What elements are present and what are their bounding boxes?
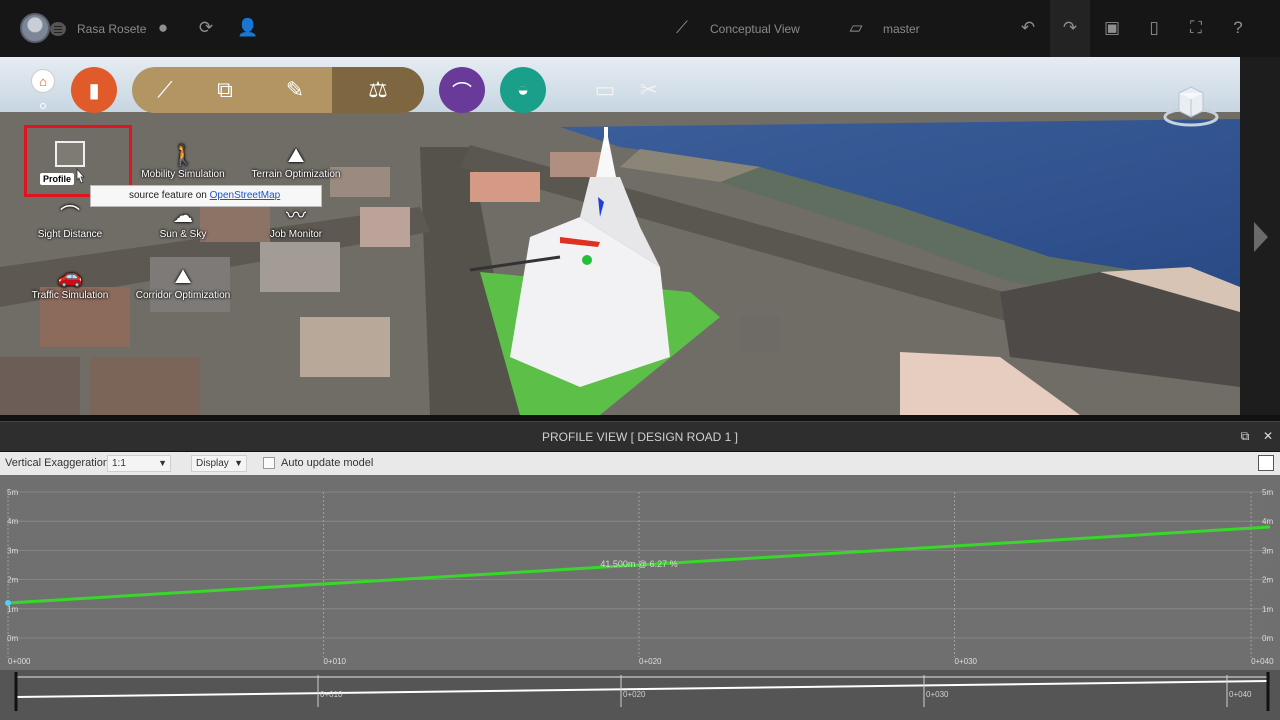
sync-icon[interactable]: ⟳: [196, 18, 216, 38]
profile-view-icon[interactable]: [55, 141, 85, 167]
tooltip: source feature on OpenStreetMap: [90, 185, 322, 207]
close-icon[interactable]: ✕: [1261, 429, 1275, 443]
chevron-down-icon: ▼: [234, 458, 243, 468]
user-name: Rasa Rosete: [77, 22, 147, 36]
y-tick-label-right: 1m: [1262, 605, 1273, 614]
water-tool-icon[interactable]: ◒: [500, 67, 546, 113]
terrain-icon: ⛰: [287, 145, 305, 167]
y-tick-label: 0m: [7, 634, 18, 643]
traffic-icon: 🚗: [57, 266, 83, 288]
mobility-simulation-item[interactable]: 🚶 Mobility Simulation: [133, 143, 233, 180]
y-tick-label: 2m: [7, 576, 18, 585]
help-icon[interactable]: ?: [1228, 18, 1248, 38]
x-tick-label: 0+010: [324, 657, 347, 666]
auto-update-label: Auto update model: [281, 457, 374, 469]
overview-tick-label: 0+030: [926, 690, 949, 699]
chat-icon[interactable]: ●: [153, 18, 173, 38]
vertical-exaggeration-label: Vertical Exaggeration: [5, 457, 109, 469]
view-mode-label[interactable]: Conceptual View: [710, 22, 800, 36]
person-icon[interactable]: 👤: [237, 18, 258, 38]
road-tool-icon[interactable]: ⟋: [136, 67, 194, 113]
slope-annotation: 41.500m @ 6.27 %: [600, 559, 677, 569]
overview-tick-label: 0+010: [320, 690, 343, 699]
view-cube-icon[interactable]: [1162, 85, 1220, 129]
y-tick-label-right: 4m: [1262, 517, 1273, 526]
view-mode-icon[interactable]: ⟋: [672, 18, 692, 38]
presentation-icon[interactable]: ▭: [590, 75, 620, 105]
corridor-icon: ⛰: [174, 266, 192, 288]
y-tick-label: 1m: [7, 605, 18, 614]
profile-panel-title: PROFILE VIEW [ DESIGN ROAD 1 ]: [541, 430, 739, 444]
sight-distance-item[interactable]: ⌒ Sight Distance: [20, 203, 120, 240]
3d-viewport[interactable]: ⌂ ▮ ⟋ ⧉ ✎ ⚖ ⌒ ◒ ▭ ✂ Profile 🚶 Mobility S…: [0, 57, 1240, 415]
y-tick-label-right: 5m: [1262, 488, 1273, 497]
avatar[interactable]: [20, 13, 50, 43]
tools-icon[interactable]: ✂: [634, 75, 664, 105]
top-bar: Rasa Rosete ● ⟳ 👤 ⟋ Conceptual View ▱ ma…: [0, 0, 1280, 57]
bridge-tool-icon[interactable]: ⌒: [439, 67, 485, 113]
copy-tool-icon[interactable]: ⧉: [196, 67, 254, 113]
corridor-optimization-item[interactable]: ⛰ Corridor Optimization: [133, 264, 233, 301]
home-icon[interactable]: ⌂: [31, 69, 55, 93]
corridor-optimization-label: Corridor Optimization: [135, 290, 231, 301]
traffic-simulation-item[interactable]: 🚗 Traffic Simulation: [20, 264, 120, 301]
tooltip-link[interactable]: OpenStreetMap: [210, 190, 281, 201]
analysis-tool-icon[interactable]: ⚖: [332, 67, 424, 113]
restore-icon[interactable]: ⧉: [1238, 429, 1252, 443]
app-root: Rasa Rosete ● ⟳ 👤 ⟋ Conceptual View ▱ ma…: [0, 0, 1280, 720]
overview-tick-label: 0+020: [623, 690, 646, 699]
job-monitor-label: Job Monitor: [269, 229, 323, 240]
undo-icon[interactable]: ↶: [1018, 18, 1038, 38]
mobility-icon: 🚶: [170, 145, 196, 167]
profile-toolbar: Vertical Exaggeration 1:1 ▼ Display ▼ Au…: [0, 452, 1280, 475]
chevron-down-icon: ▼: [158, 458, 167, 468]
redo-icon[interactable]: ↷: [1060, 18, 1080, 38]
profile-view-label[interactable]: Profile: [40, 173, 75, 185]
sketch-tool-icon[interactable]: ✎: [266, 67, 324, 113]
fullscreen-icon[interactable]: ⛶: [1186, 18, 1206, 38]
y-tick-label: 3m: [7, 546, 18, 555]
overview-tick-label: 0+040: [1229, 690, 1252, 699]
y-tick-label: 4m: [7, 517, 18, 526]
start-point: [5, 599, 11, 606]
terrain-optimization-label: Terrain Optimization: [251, 169, 341, 180]
auto-update-checkbox[interactable]: [263, 457, 275, 469]
book-icon[interactable]: ▯: [1144, 18, 1164, 38]
profile-chart: 5m 5m 4m 4m 3m 3m 2m 2m 1m 1m 0m 0m 0+000 0+010 0+020 0…: [0, 488, 1280, 720]
print-icon[interactable]: [1258, 455, 1274, 471]
sight-distance-label: Sight Distance: [37, 229, 103, 240]
profile-plot[interactable]: 5m 5m 4m 4m 3m 3m 2m 2m 1m 1m 0m 0m 0+000 0+010 0+020 0…: [0, 475, 1280, 720]
x-tick-label: 0+000: [8, 657, 31, 666]
vertical-exaggeration-value: 1:1: [112, 458, 126, 469]
right-rail: [1240, 57, 1280, 415]
sun-sky-item[interactable]: ☁ Sun & Sky: [133, 203, 233, 240]
y-tick-label: 5m: [7, 488, 18, 497]
menu-icon[interactable]: [50, 22, 66, 36]
tooltip-text: source feature on: [129, 190, 210, 201]
vertical-exaggeration-select[interactable]: 1:1 ▼: [107, 455, 171, 472]
sun-sky-label: Sun & Sky: [159, 229, 207, 240]
display-dropdown[interactable]: Display ▼: [191, 455, 247, 472]
tool-group: ⟋ ⧉ ✎ ⚖: [132, 67, 424, 113]
branch-label[interactable]: master: [883, 22, 920, 36]
y-tick-label-right: 3m: [1262, 546, 1273, 555]
mobility-simulation-label: Mobility Simulation: [141, 169, 225, 180]
branch-icon[interactable]: ▱: [846, 18, 866, 38]
expand-arrow-icon[interactable]: [1254, 222, 1268, 252]
home-indicator: [40, 103, 46, 109]
y-tick-label-right: 0m: [1262, 634, 1273, 643]
cursor-icon: [76, 168, 85, 184]
x-tick-label: 0+030: [955, 657, 978, 666]
x-tick-label: 0+040: [1251, 657, 1274, 666]
terrain-optimization-item[interactable]: ⛰ Terrain Optimization: [246, 143, 346, 180]
display-label: Display: [196, 458, 229, 469]
design-tool-icon[interactable]: ▮: [71, 67, 117, 113]
y-tick-label-right: 2m: [1262, 576, 1273, 585]
job-monitor-item[interactable]: 〰 Job Monitor: [246, 203, 346, 240]
profile-panel-header: PROFILE VIEW [ DESIGN ROAD 1 ] ⧉ ✕: [0, 421, 1280, 451]
traffic-simulation-label: Traffic Simulation: [31, 290, 109, 301]
x-tick-label: 0+020: [639, 657, 662, 666]
layout-icon[interactable]: ▣: [1102, 18, 1122, 38]
